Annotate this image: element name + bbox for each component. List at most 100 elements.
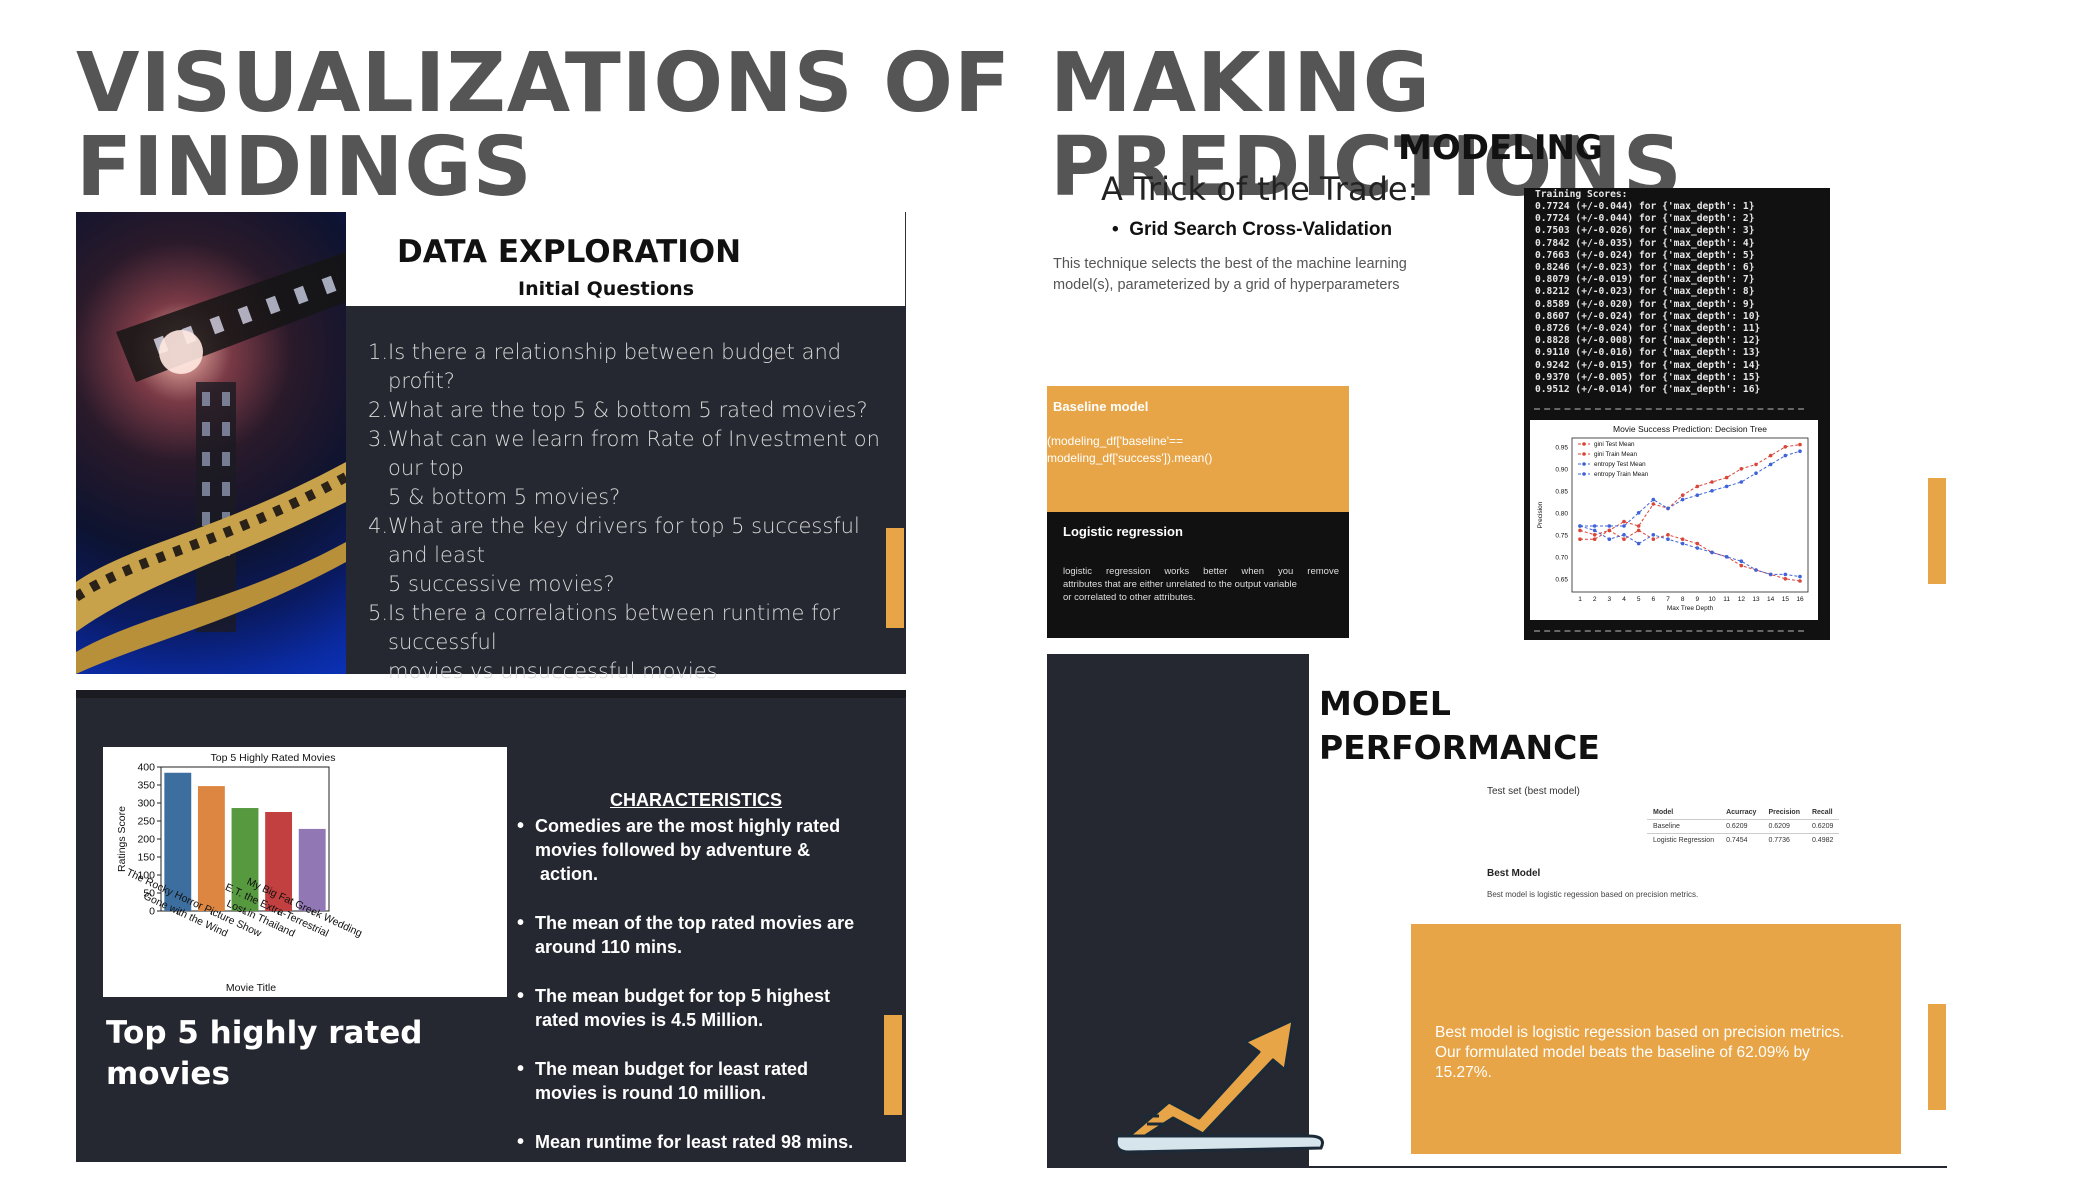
- question-line: 5 & bottom 5 movies?: [388, 485, 621, 509]
- x-tick-label: 9: [1696, 596, 1700, 603]
- question-number: 1.: [368, 340, 389, 364]
- x-tick-label: 2: [1593, 596, 1597, 603]
- data-point: [1710, 550, 1714, 555]
- bullet-dot: •: [517, 985, 525, 1007]
- data-point: [1622, 524, 1626, 528]
- question-line: What are the key drivers for top 5 succe…: [388, 514, 860, 567]
- legend-label: gini Train Mean: [1594, 451, 1638, 458]
- line-chart-svg: Movie Success Prediction: Decision Tree 0…: [1537, 424, 1809, 612]
- x-tick-label: 3: [1608, 596, 1612, 603]
- model-perf-line1: MODEL: [1319, 684, 1451, 723]
- orange-tab: [886, 528, 904, 628]
- characteristics-heading: CHARACTERISTICS: [610, 790, 783, 810]
- data-point: [1680, 537, 1685, 541]
- data-point: [1724, 475, 1729, 480]
- data-point: [1651, 537, 1656, 541]
- y-tick-label: 0: [149, 906, 155, 918]
- characteristic-line: movies followed by adventure &: [535, 840, 811, 860]
- x-tick-label: 6: [1652, 596, 1656, 603]
- question-line: What can we learn from Rate of Investmen…: [388, 427, 880, 480]
- data-point: [1592, 528, 1597, 533]
- bullet-dot: •: [517, 815, 525, 837]
- training-scores-title: Training Scores:: [1535, 189, 1628, 200]
- table-cell: Logistic Regression: [1653, 837, 1715, 844]
- characteristic-text: Comedies are the most highly rated movies…: [535, 814, 840, 886]
- training-score-line: 0.8589 (+/-0.020) for {'max_depth': 9}: [1535, 298, 1755, 310]
- baseline-model-box: Baseline model (modeling_df['baseline'==…: [1047, 386, 1349, 512]
- data-point: [1680, 493, 1685, 497]
- data-point: [1666, 537, 1670, 541]
- question-number: 5.: [368, 601, 389, 625]
- data-point: [1783, 577, 1788, 581]
- data-point: [1651, 502, 1656, 506]
- series-line: [1579, 525, 1801, 578]
- characteristic-text: The mean of the top rated movies are arou…: [535, 911, 854, 959]
- training-score-line: 0.8212 (+/-0.023) for {'max_depth': 8}: [1535, 286, 1755, 298]
- question-text: Is there a relationship between budget a…: [388, 338, 898, 396]
- y-tick-label: 300: [137, 798, 155, 810]
- y-tick-label: 400: [137, 762, 155, 774]
- data-point: [1680, 497, 1685, 502]
- y-tick-label: 0.80: [1555, 510, 1568, 517]
- model-perf-line2: PERFORMANCE: [1319, 728, 1600, 767]
- question-item: 3. What can we learn from Rate of Investm…: [368, 425, 898, 512]
- question-item: 5. Is there a correlations between runtim…: [368, 599, 898, 686]
- table-cell: 0.7454: [1726, 837, 1748, 844]
- question-number: 4.: [368, 514, 389, 538]
- training-score-line: 0.9512 (+/-0.014) for {'max_depth': 16}: [1535, 384, 1761, 396]
- x-tick-label: 11: [1723, 596, 1730, 603]
- data-point: [1636, 528, 1641, 533]
- data-point: [1739, 563, 1744, 568]
- logistic-desc-line1: logistic regression works better when yo…: [1063, 566, 1339, 577]
- baseline-title: Baseline model: [1053, 399, 1149, 414]
- characteristic-line: movies is round 10 million.: [535, 1083, 767, 1103]
- table-cell: Baseline: [1653, 823, 1680, 830]
- logistic-desc-line2: attributes that are either unrelated to …: [1063, 579, 1297, 590]
- x-tick-label: 13: [1752, 596, 1760, 603]
- characteristics-list: • Comedies are the most highly rated movie…: [517, 814, 877, 1178]
- characteristic-line: The mean budget for top 5 highest: [535, 986, 831, 1006]
- x-tick-label: 4: [1622, 596, 1626, 603]
- data-point: [1636, 524, 1641, 528]
- table-cell: 0.6209: [1811, 823, 1834, 830]
- characteristic-line: Comedies are the most highly rated: [535, 816, 841, 836]
- data-point: [1651, 497, 1656, 502]
- data-point: [1622, 533, 1626, 537]
- data-point: [1636, 541, 1641, 546]
- data-point: [1695, 484, 1700, 489]
- x-tick-label: 7: [1666, 596, 1670, 603]
- question-text: What can we learn from Rate of Investmen…: [388, 425, 898, 512]
- x-tick-label: 15: [1782, 596, 1790, 603]
- legend-marker: [1582, 442, 1586, 446]
- characteristic-text: The mean budget for top 5 highest rated m…: [535, 984, 830, 1032]
- y-tick-label: 200: [137, 834, 155, 846]
- question-line: What are the top 5 & bottom 5 rated movi…: [388, 398, 868, 422]
- table-header-cell: Recall: [1811, 809, 1833, 816]
- y-tick-label: 0.65: [1555, 576, 1568, 583]
- legend-label: gini Test Mean: [1594, 441, 1635, 448]
- data-point: [1680, 541, 1685, 546]
- characteristic-item: • The mean budget for least rated movies i…: [517, 1057, 877, 1105]
- orange-tab: [1928, 1004, 1946, 1110]
- data-point: [1607, 528, 1612, 533]
- data-point: [1578, 524, 1582, 528]
- data-point: [1783, 445, 1788, 449]
- y-tick-label: 250: [137, 816, 155, 828]
- bullet-dot: •: [1112, 219, 1130, 240]
- data-point: [1724, 484, 1729, 489]
- baseline-code-line2: modeling_df['success']).mean(): [1047, 451, 1213, 465]
- data-point: [1592, 537, 1597, 541]
- x-axis-label: Max Tree Depth: [1667, 605, 1714, 612]
- best-model-box-line1: Best model is logistic regession based o…: [1435, 1024, 1845, 1041]
- test-set-title: Test set (best model): [1487, 786, 1580, 797]
- performance-table: Model Acurracy Precision Recall Baseline 0.6…: [1647, 806, 1840, 847]
- table-cell: 0.4982: [1811, 837, 1834, 844]
- data-point: [1739, 480, 1744, 484]
- legend-marker: [1582, 472, 1586, 476]
- data-point: [1607, 537, 1612, 541]
- data-point: [1724, 555, 1729, 559]
- questions-list: 1. Is there a relationship between budget…: [368, 338, 898, 686]
- training-score-line: 0.7842 (+/-0.035) for {'max_depth': 4}: [1535, 237, 1755, 249]
- data-point: [1798, 449, 1802, 453]
- top5-bar-chart: Top 5 Highly Rated Movies 0 50 100 150 200 250…: [103, 747, 507, 997]
